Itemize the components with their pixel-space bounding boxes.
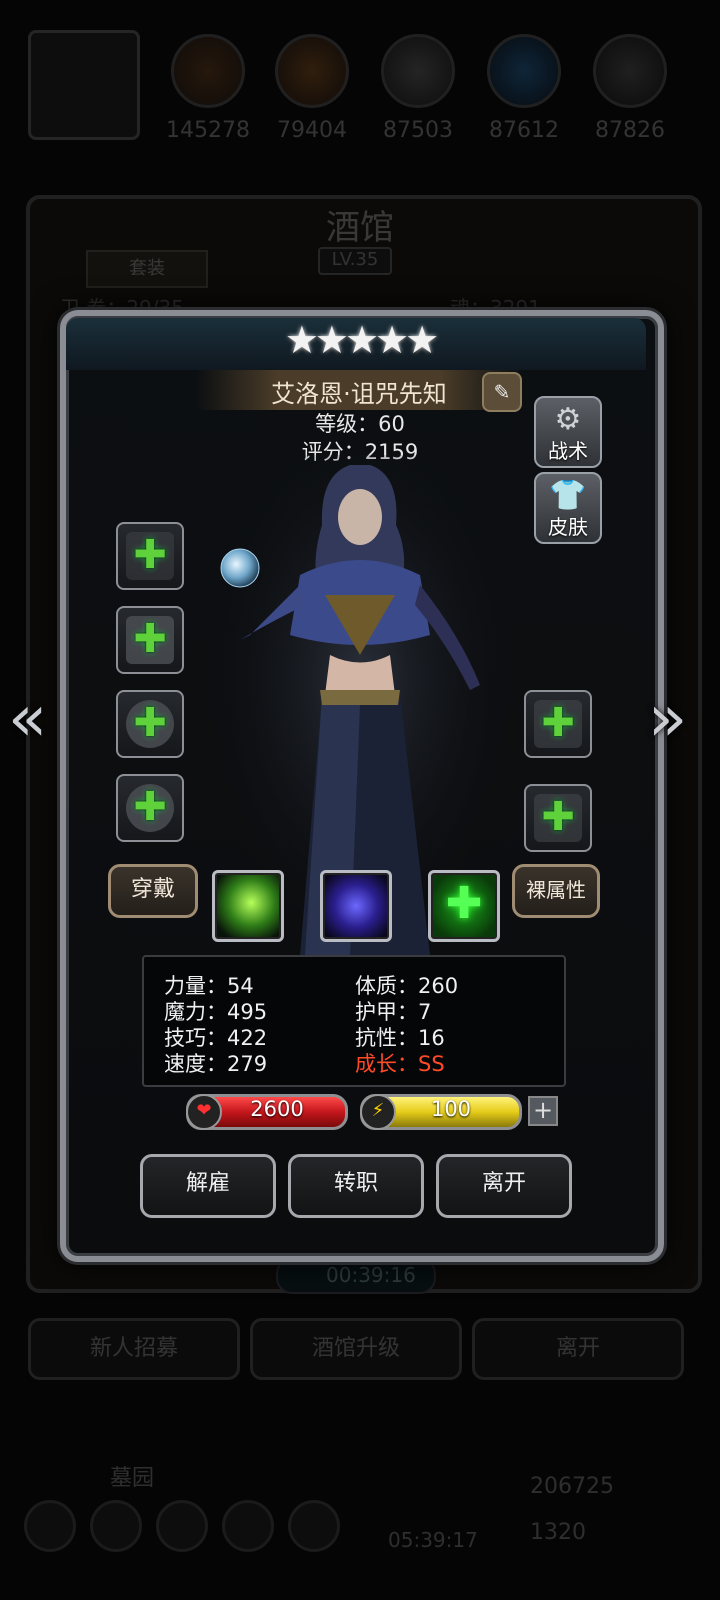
skill-green-comet-icon[interactable] [212,870,284,942]
menu-icon[interactable] [222,1500,274,1552]
plus-icon: + [532,1096,554,1124]
hero-level: 等级：60 [315,412,405,436]
resource-value: 87503 [383,118,453,143]
accessory-slot-1[interactable]: ✚ [116,690,184,758]
timer-text: 00:39:16 [326,1263,416,1287]
resource-metal: 87826 [580,30,680,143]
skin-button[interactable]: 👕 皮肤 [534,472,602,544]
leave-tavern-button[interactable]: 离开 [472,1318,684,1380]
relic-slot-1[interactable]: ✚ [524,690,592,758]
player-portrait[interactable] [28,30,140,140]
coin-value: 206725 [530,1474,614,1499]
plus-icon: ✚ [541,700,575,746]
weapon-slot[interactable]: ✚ [116,522,184,590]
stat-growth: 成长：SS [355,1052,445,1076]
stone-icon [381,34,455,108]
tactics-label: 战术 [548,439,588,463]
tavern-upgrade-button[interactable]: 酒馆升级 [250,1318,462,1380]
tab-suit[interactable]: 套装 [86,250,208,288]
resource-bar: 145278 79404 87503 87612 87826 [28,30,692,143]
rename-button[interactable]: ✎ [482,372,522,412]
tactics-button[interactable]: ⚙ 战术 [534,396,602,468]
hp-value: 2600 [250,1097,304,1121]
base-attributes-button[interactable]: 裸属性 [512,864,600,918]
resource-wood: 79404 [262,30,362,143]
lightning-icon: ⚡ [360,1094,396,1130]
tavern-title: 酒馆 [326,208,394,248]
relic-slot-2[interactable]: ✚ [524,784,592,852]
resource-crystal: 87612 [474,30,574,143]
resource-value: 79404 [277,118,347,143]
recruit-button[interactable]: 新人招募 [28,1318,240,1380]
green-cross-icon: ✚ [445,878,483,929]
class-change-button[interactable]: 转职 [288,1154,424,1218]
gear-icon: ⚙ [554,402,582,437]
metal-icon [593,34,667,108]
accessory-slot-2[interactable]: ✚ [116,774,184,842]
shirt-icon: 👕 [549,478,587,513]
menu-icon[interactable] [288,1500,340,1552]
wear-button[interactable]: 穿戴 [108,864,198,918]
skill-heal-icon[interactable]: ✚ [428,870,500,942]
area-label: 墓园 [110,1466,155,1491]
skill-dark-spirit-icon[interactable] [320,870,392,942]
add-energy-button[interactable]: + [528,1096,558,1126]
gift-timer: 05:39:17 [388,1528,478,1552]
edit-icon: ✎ [493,380,511,404]
menu-icon[interactable] [156,1500,208,1552]
wood-icon [275,34,349,108]
plus-icon: ✚ [133,784,167,830]
armor-slot[interactable]: ✚ [116,606,184,674]
menu-icon[interactable] [24,1500,76,1552]
star-rating: ★★★★★ [284,318,439,362]
stat-speed: 速度：279 [164,1052,268,1076]
next-hero-arrow[interactable]: » [648,682,687,756]
plus-icon: ✚ [133,532,167,578]
tavern-level: LV.35 [318,247,392,275]
resource-food: 145278 [158,30,258,143]
energy-value: 100 [430,1097,472,1121]
resource-value: 87612 [489,118,559,143]
gem-value: 1320 [530,1520,586,1545]
dismiss-button[interactable]: 解雇 [140,1154,276,1218]
crystal-icon [487,34,561,108]
plus-icon: ✚ [133,700,167,746]
previous-hero-arrow[interactable]: « [8,682,47,756]
skin-label: 皮肤 [548,515,588,539]
hero-name: 艾洛恩·诅咒先知 [271,380,447,408]
resource-stone: 87503 [368,30,468,143]
leave-button[interactable]: 离开 [436,1154,572,1218]
heart-icon: ❤ [186,1094,222,1130]
plus-icon: ✚ [133,616,167,662]
food-icon [171,34,245,108]
resource-value: 87826 [595,118,665,143]
plus-icon: ✚ [541,794,575,840]
resource-value: 145278 [166,118,250,143]
menu-icon[interactable] [90,1500,142,1552]
